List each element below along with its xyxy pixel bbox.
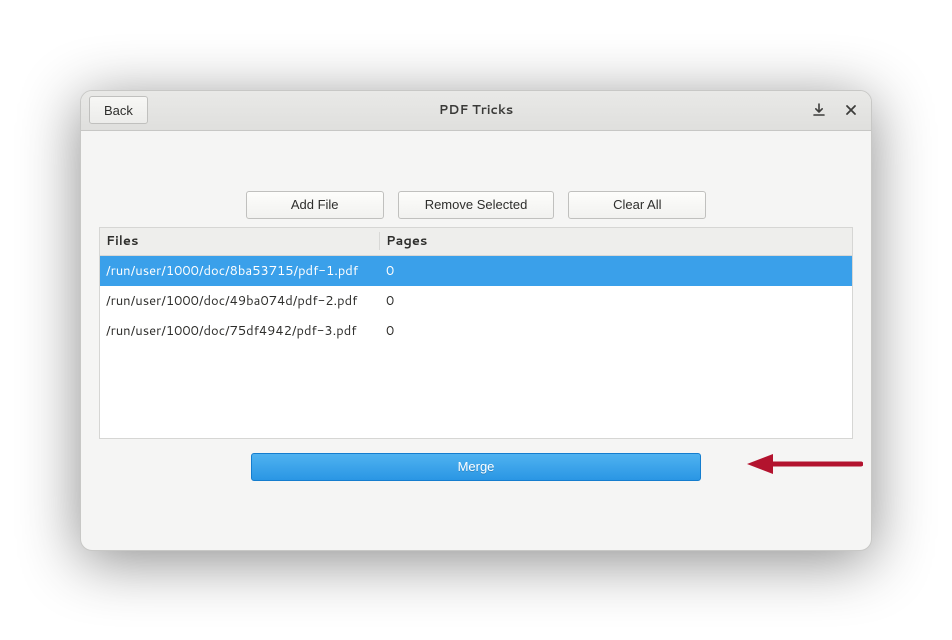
- back-button[interactable]: Back: [89, 96, 148, 124]
- titlebar: Back PDF Tricks: [81, 91, 871, 131]
- cell-pages: 0: [380, 262, 852, 280]
- cell-file-path: /run/user/1000/doc/49ba074d/pdf-2.pdf: [100, 292, 380, 310]
- cell-file-path: /run/user/1000/doc/8ba53715/pdf-1.pdf: [100, 262, 380, 280]
- remove-selected-button[interactable]: Remove Selected: [398, 191, 555, 219]
- title-controls: [811, 102, 859, 118]
- table-body: /run/user/1000/doc/8ba53715/pdf-1.pdf0/r…: [100, 256, 852, 438]
- merge-button[interactable]: Merge: [251, 453, 701, 481]
- window-title: PDF Tricks: [81, 101, 871, 119]
- close-icon[interactable]: [843, 102, 859, 118]
- table-header: Files Pages: [100, 228, 852, 256]
- column-header-pages[interactable]: Pages: [380, 232, 852, 250]
- annotation-arrow-icon: [743, 451, 863, 483]
- action-toolbar: Add File Remove Selected Clear All: [99, 191, 853, 219]
- table-row[interactable]: /run/user/1000/doc/75df4942/pdf-3.pdf0: [100, 316, 852, 346]
- add-file-button[interactable]: Add File: [246, 191, 384, 219]
- files-table: Files Pages /run/user/1000/doc/8ba53715/…: [99, 227, 853, 439]
- app-window: Back PDF Tricks Add File Remove Selected…: [80, 90, 872, 551]
- cell-pages: 0: [380, 322, 852, 340]
- cell-file-path: /run/user/1000/doc/75df4942/pdf-3.pdf: [100, 322, 380, 340]
- download-icon[interactable]: [811, 102, 827, 118]
- clear-all-button[interactable]: Clear All: [568, 191, 706, 219]
- table-row[interactable]: /run/user/1000/doc/49ba074d/pdf-2.pdf0: [100, 286, 852, 316]
- column-header-files[interactable]: Files: [100, 232, 380, 250]
- content-area: Add File Remove Selected Clear All Files…: [81, 131, 871, 550]
- cell-pages: 0: [380, 292, 852, 310]
- window-shadow: Back PDF Tricks Add File Remove Selected…: [80, 90, 872, 551]
- merge-row: Merge: [99, 453, 853, 481]
- table-row[interactable]: /run/user/1000/doc/8ba53715/pdf-1.pdf0: [100, 256, 852, 286]
